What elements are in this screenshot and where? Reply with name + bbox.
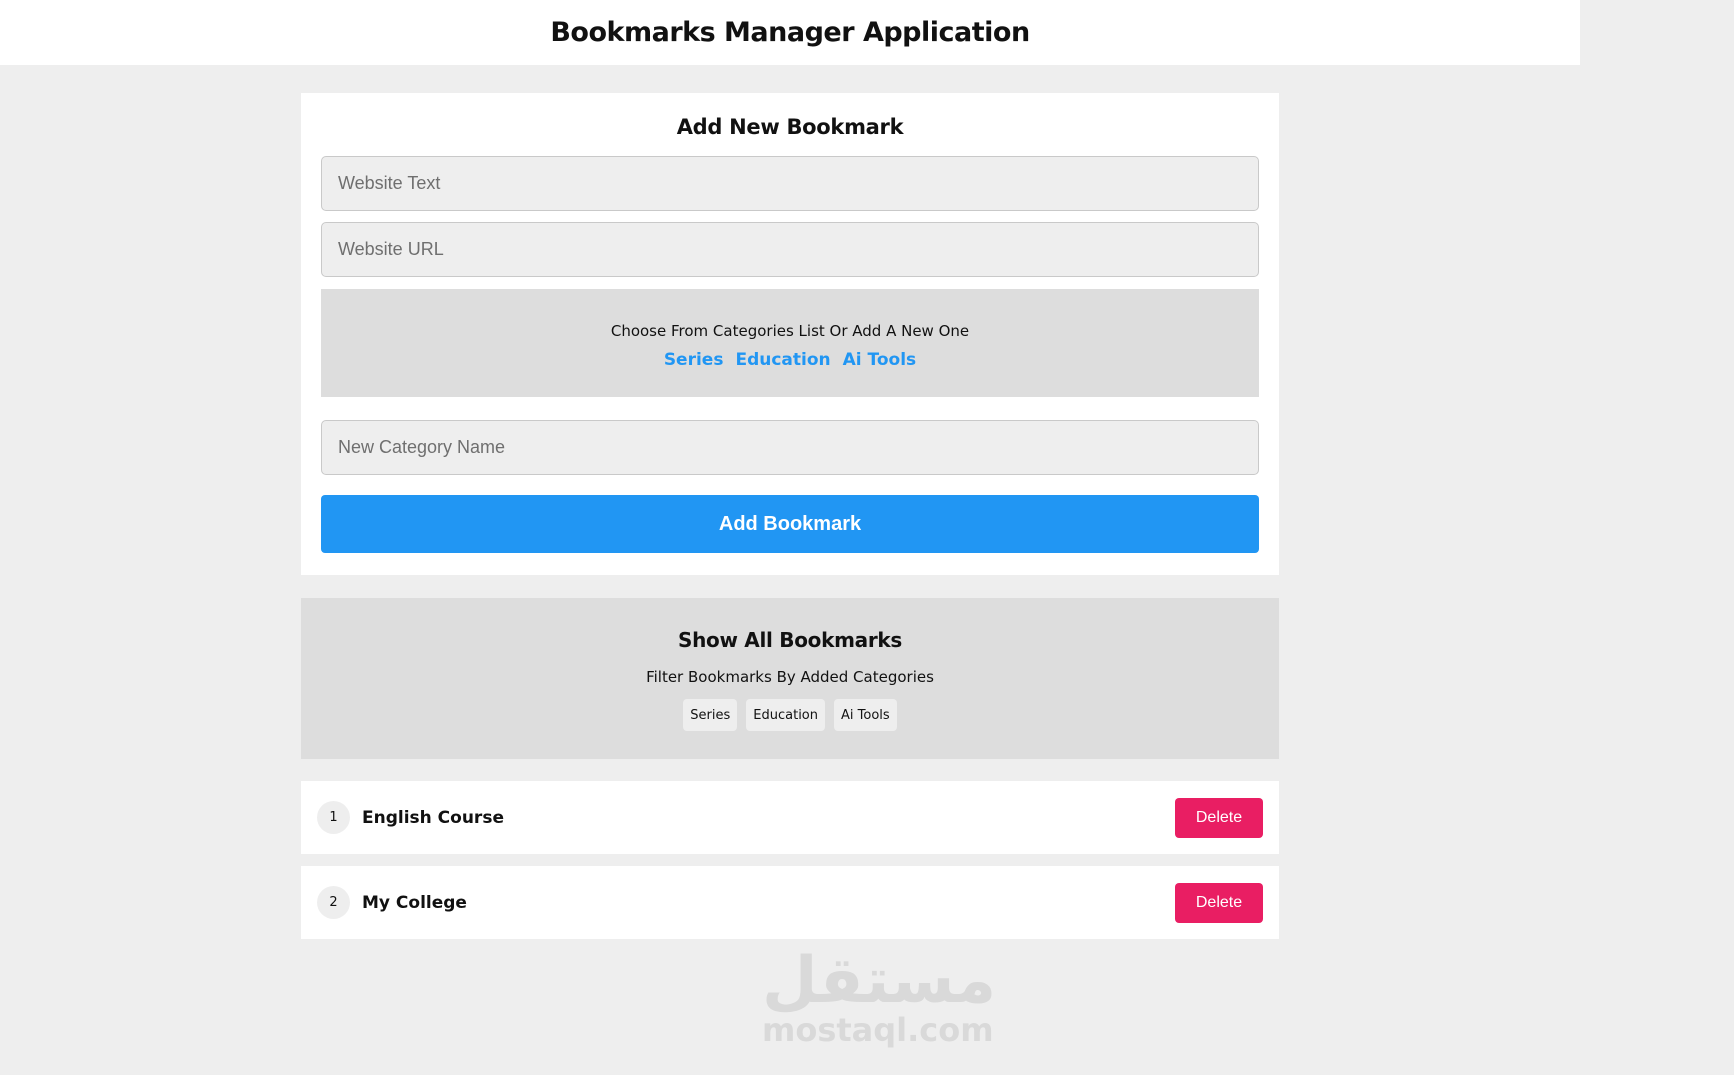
- app-title: Bookmarks Manager Application: [550, 17, 1030, 48]
- bookmark-name: English Course: [362, 807, 504, 828]
- mostaql-watermark: مستقل mostaql.com: [762, 944, 997, 1049]
- filter-chip-series[interactable]: Series: [683, 699, 738, 731]
- category-links: Series Education Ai Tools: [664, 350, 916, 370]
- delete-bookmark-button[interactable]: Delete: [1175, 797, 1263, 838]
- watermark-arabic: مستقل: [762, 944, 997, 1018]
- website-text-input[interactable]: [321, 156, 1259, 211]
- categories-box: Choose From Categories List Or Add A New…: [321, 289, 1259, 397]
- filter-chips: Series Education Ai Tools: [683, 699, 897, 731]
- category-link-ai-tools[interactable]: Ai Tools: [843, 350, 917, 370]
- add-bookmark-card: Add New Bookmark Choose From Categories …: [301, 93, 1279, 575]
- delete-bookmark-button[interactable]: Delete: [1175, 882, 1263, 923]
- website-url-input[interactable]: [321, 222, 1259, 277]
- add-bookmark-title: Add New Bookmark: [676, 115, 904, 139]
- app-header: Bookmarks Manager Application: [0, 0, 1580, 65]
- watermark-latin: mostaql.com: [762, 1011, 994, 1049]
- filter-chip-ai-tools[interactable]: Ai Tools: [834, 699, 897, 731]
- filter-hint: Filter Bookmarks By Added Categories: [646, 668, 934, 686]
- category-link-education[interactable]: Education: [735, 350, 830, 370]
- category-link-series[interactable]: Series: [664, 350, 724, 370]
- bookmark-number-badge: 2: [317, 886, 350, 919]
- bookmark-name: My College: [362, 892, 467, 913]
- filter-chip-education[interactable]: Education: [746, 699, 826, 731]
- show-all-bookmarks-panel: Show All Bookmarks Filter Bookmarks By A…: [301, 598, 1279, 759]
- show-all-title: Show All Bookmarks: [677, 628, 902, 652]
- add-bookmark-button[interactable]: Add Bookmark: [321, 495, 1259, 553]
- categories-hint: Choose From Categories List Or Add A New…: [610, 322, 970, 340]
- new-category-input[interactable]: [321, 420, 1259, 475]
- bookmark-number-badge: 1: [317, 801, 350, 834]
- bookmark-row: 2 My College Delete: [301, 866, 1279, 939]
- main-container: Add New Bookmark Choose From Categories …: [301, 93, 1279, 939]
- bookmark-row: 1 English Course Delete: [301, 781, 1279, 854]
